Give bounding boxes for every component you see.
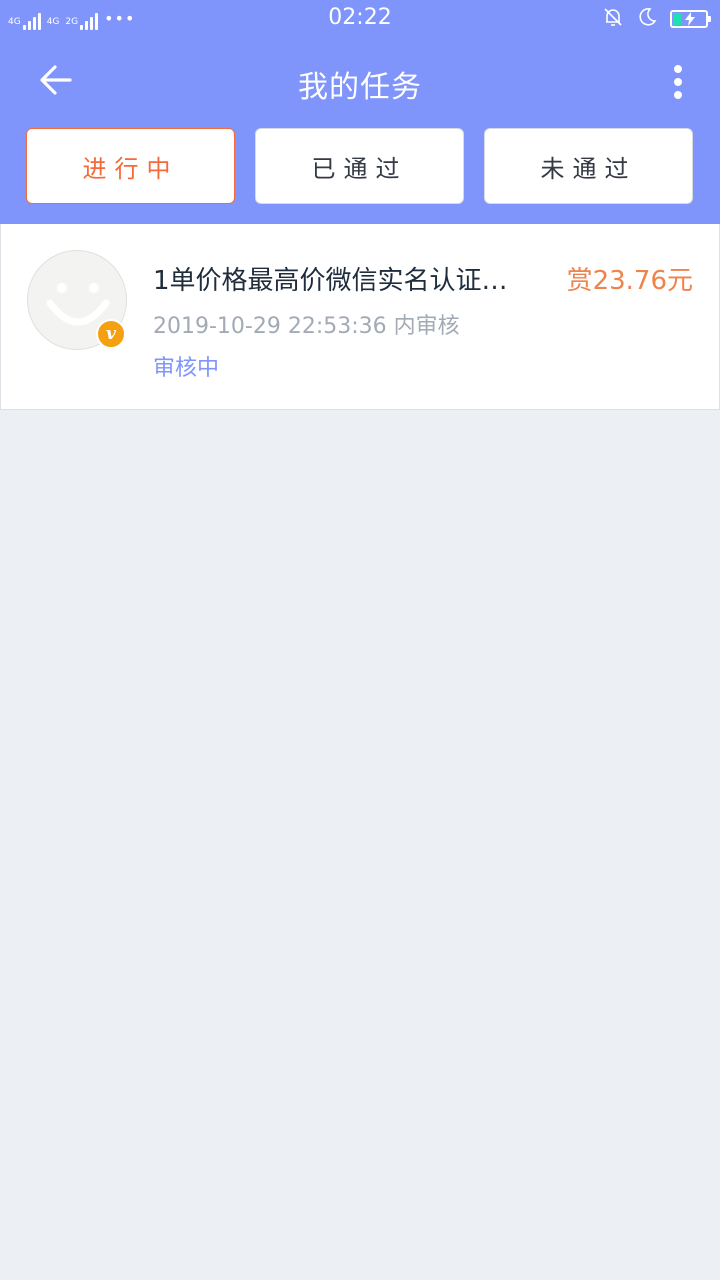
nav-bar: 我的任务	[0, 50, 720, 114]
more-vertical-icon-dot	[674, 91, 682, 99]
moon-icon	[636, 6, 658, 32]
more-vertical-icon-dot	[674, 78, 682, 86]
verified-badge: v	[96, 319, 126, 349]
task-list: v 1单价格最高价微信实名认证… 赏23.76元 2019-10-29 22:5…	[0, 224, 720, 410]
task-item[interactable]: v 1单价格最高价微信实名认证… 赏23.76元 2019-10-29 22:5…	[0, 224, 720, 410]
task-deadline: 2019-10-29 22:53:36 内审核	[153, 314, 460, 339]
tab-rejected[interactable]: 未通过	[484, 128, 693, 204]
page-title: 我的任务	[298, 70, 422, 105]
header: 4G 4G 2G ••• 02:22 我的任务 进行中 已通过 未通过	[0, 0, 720, 224]
bell-off-icon	[602, 6, 624, 32]
battery-charging-icon	[670, 10, 711, 28]
task-status: 审核中	[153, 356, 220, 381]
task-title: 1单价格最高价微信实名认证…	[153, 266, 508, 296]
tab-in-progress[interactable]: 进行中	[26, 128, 235, 204]
battery-level	[673, 13, 681, 25]
status-bar: 4G 4G 2G ••• 02:22	[0, 0, 720, 40]
tab-bar: 进行中 已通过 未通过	[26, 128, 694, 204]
tab-approved[interactable]: 已通过	[255, 128, 464, 204]
task-reward: 赏23.76元	[566, 266, 693, 296]
more-vertical-icon-dot	[674, 65, 682, 73]
more-button[interactable]	[658, 60, 698, 104]
status-icons	[602, 6, 711, 32]
